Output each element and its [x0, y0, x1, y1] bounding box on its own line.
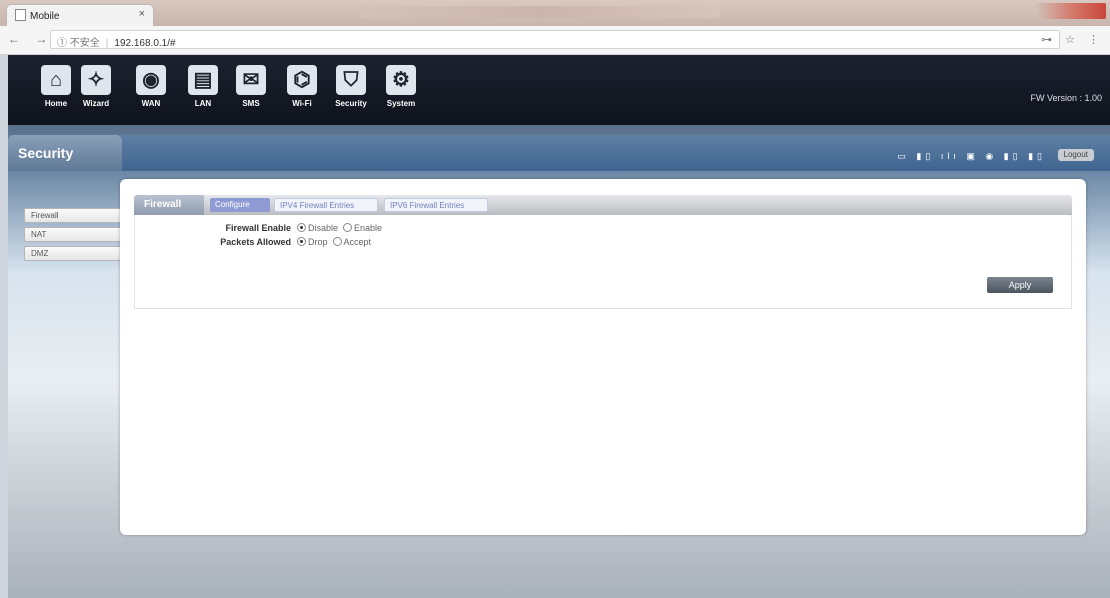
packets-allowed-row: Packets Allowed Drop Accept [135, 237, 1073, 251]
wizard-icon: ✧ [81, 65, 111, 95]
section-titlebar: Security ▭ ▮▯ ılı ▣ ◉ ▮▯ ▮▯ Logout [8, 135, 1110, 171]
nav-label: Home [44, 99, 68, 108]
nav-lan[interactable]: ▤ LAN [185, 65, 221, 117]
firewall-enable-options: Disable Enable [297, 223, 382, 233]
tab-ipv4-entries[interactable]: IPV4 Firewall Entries [274, 198, 378, 212]
nav-system[interactable]: ⚙ System [383, 65, 419, 117]
option-label: Enable [354, 223, 383, 233]
browser-tab[interactable]: Mobile × [6, 4, 154, 26]
nav-label: SMS [242, 99, 260, 108]
nav-wizard[interactable]: ✧ Wizard [78, 65, 114, 117]
nav-label: Wizard [82, 99, 110, 108]
close-tab-icon[interactable]: × [139, 8, 145, 20]
radio-drop[interactable] [297, 237, 306, 246]
nav-label: WAN [141, 99, 161, 108]
nav-home[interactable]: ⌂ Home [38, 65, 74, 117]
side-item-nat[interactable]: NAT [24, 227, 122, 242]
browser-action-icons[interactable]: ⊶ ☆ ⋮ [1041, 33, 1104, 46]
top-navigation: ⌂ Home ✧ Wizard ◉ WAN ▤ LAN ✉ SMS ⌬ Wi-Fi ⛉ Sec… [8, 55, 1110, 125]
home-icon: ⌂ [41, 65, 71, 95]
side-menu: Firewall NAT DMZ [24, 208, 122, 265]
nav-label: Security [335, 99, 367, 108]
address-separator: | [105, 38, 109, 49]
nav-security[interactable]: ⛉ Security [333, 65, 369, 117]
security-icon: ⛉ [336, 65, 366, 95]
radio-disable[interactable] [297, 223, 306, 232]
side-item-firewall[interactable]: Firewall [24, 208, 122, 223]
status-icons: ▭ ▮▯ ılı ▣ ◉ ▮▯ ▮▯ [897, 151, 1046, 161]
page-title: Security [8, 135, 122, 171]
radio-accept[interactable] [332, 237, 342, 246]
tab-strip: Firewall Configure IPV4 Firewall Entries… [134, 195, 1072, 215]
nav-label: System [386, 99, 416, 108]
router-ui: ⌂ Home ✧ Wizard ◉ WAN ▤ LAN ✉ SMS ⌬ Wi-Fi ⛉ Sec… [8, 55, 1110, 598]
logout-button[interactable]: Logout [1057, 149, 1094, 161]
packets-allowed-label: Packets Allowed [220, 237, 291, 247]
option-label: Drop [308, 237, 328, 247]
system-icon: ⚙ [386, 65, 416, 95]
option-label: Disable [308, 223, 339, 233]
sms-icon: ✉ [236, 65, 266, 95]
security-indicator[interactable]: ① 不安全 [57, 38, 100, 49]
apply-button[interactable]: Apply [987, 277, 1053, 293]
content-panel: Firewall Configure IPV4 Firewall Entries… [120, 179, 1086, 535]
option-label: Accept [343, 237, 372, 247]
nav-label: LAN [194, 99, 212, 108]
page-icon [15, 9, 26, 21]
url-field[interactable]: ① 不安全 | 192.168.0.1/# [50, 30, 1060, 49]
address-bar: ← → C ① 不安全 | 192.168.0.1/# ⊶ ☆ ⋮ [0, 26, 1110, 55]
tab-configure[interactable]: Configure [210, 198, 270, 212]
lan-icon: ▤ [188, 65, 218, 95]
wifi-icon: ⌬ [287, 65, 317, 95]
nav-label: Wi-Fi [292, 99, 312, 108]
blurred-region [360, 6, 720, 18]
nav-wan[interactable]: ◉ WAN [133, 65, 169, 117]
nav-wifi[interactable]: ⌬ Wi-Fi [284, 65, 320, 117]
side-item-dmz[interactable]: DMZ [24, 246, 122, 261]
browser-tabbar: Mobile × [0, 0, 1110, 26]
packets-allowed-options: Drop Accept [297, 237, 371, 247]
nav-sms[interactable]: ✉ SMS [233, 65, 269, 117]
firewall-form: Firewall Enable Disable Enable Packets A… [134, 215, 1072, 309]
firewall-enable-label: Firewall Enable [225, 223, 291, 233]
radio-enable[interactable] [343, 223, 353, 232]
browser-tab-title: Mobile [30, 11, 60, 22]
panel-header: Firewall [134, 195, 204, 215]
window-controls[interactable] [1036, 3, 1106, 19]
firmware-version: FW Version : 1.00 [1030, 93, 1102, 103]
firewall-enable-row: Firewall Enable Disable Enable [135, 223, 1073, 237]
wan-icon: ◉ [136, 65, 166, 95]
url-text: 192.168.0.1/# [114, 38, 176, 49]
tab-ipv6-entries[interactable]: IPV6 Firewall Entries [384, 198, 488, 212]
